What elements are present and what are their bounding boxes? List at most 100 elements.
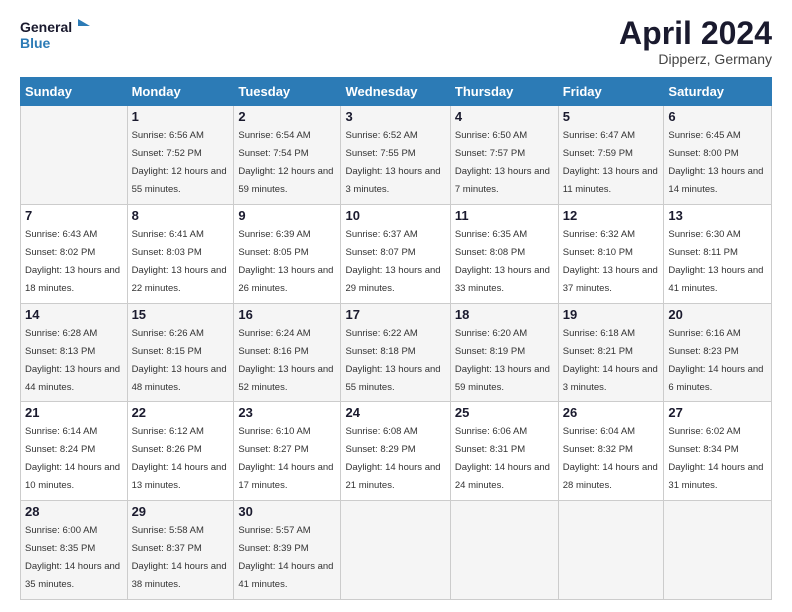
cell-info: Sunrise: 6:14 AMSunset: 8:24 PMDaylight:… xyxy=(25,426,120,491)
table-row: 21 Sunrise: 6:14 AMSunset: 8:24 PMDayligh… xyxy=(21,402,128,501)
cell-date: 21 xyxy=(25,405,123,420)
table-row: 27 Sunrise: 6:02 AMSunset: 8:34 PMDayligh… xyxy=(664,402,772,501)
header: General Blue April 2024 Dipperz, Germany xyxy=(20,16,772,67)
cell-info: Sunrise: 6:20 AMSunset: 8:19 PMDaylight:… xyxy=(455,328,550,393)
cell-date: 9 xyxy=(238,208,336,223)
cell-info: Sunrise: 6:02 AMSunset: 8:34 PMDaylight:… xyxy=(668,426,763,491)
col-friday: Friday xyxy=(558,78,664,106)
cell-date: 22 xyxy=(132,405,230,420)
col-wednesday: Wednesday xyxy=(341,78,450,106)
table-row: 30 Sunrise: 5:57 AMSunset: 8:39 PMDayligh… xyxy=(234,501,341,600)
cell-info: Sunrise: 6:50 AMSunset: 7:57 PMDaylight:… xyxy=(455,130,550,195)
cell-info: Sunrise: 6:10 AMSunset: 8:27 PMDaylight:… xyxy=(238,426,333,491)
cell-info: Sunrise: 6:39 AMSunset: 8:05 PMDaylight:… xyxy=(238,229,333,294)
week-row-1: 7 Sunrise: 6:43 AMSunset: 8:02 PMDaylight… xyxy=(21,204,772,303)
table-row: 19 Sunrise: 6:18 AMSunset: 8:21 PMDayligh… xyxy=(558,303,664,402)
title-block: April 2024 Dipperz, Germany xyxy=(619,16,772,67)
cell-info: Sunrise: 6:47 AMSunset: 7:59 PMDaylight:… xyxy=(563,130,658,195)
table-row: 10Sunrise: 6:37 AMSunset: 8:07 PMDayligh… xyxy=(341,204,450,303)
table-row: 3 Sunrise: 6:52 AMSunset: 7:55 PMDaylight… xyxy=(341,106,450,205)
cell-info: Sunrise: 6:54 AMSunset: 7:54 PMDaylight:… xyxy=(238,130,333,195)
cell-date: 25 xyxy=(455,405,554,420)
week-row-0: 1Sunrise: 6:56 AMSunset: 7:52 PMDaylight… xyxy=(21,106,772,205)
table-row: 15 Sunrise: 6:26 AMSunset: 8:15 PMDayligh… xyxy=(127,303,234,402)
table-row: 18 Sunrise: 6:20 AMSunset: 8:19 PMDayligh… xyxy=(450,303,558,402)
cell-info: Sunrise: 6:04 AMSunset: 8:32 PMDaylight:… xyxy=(563,426,658,491)
week-row-4: 28 Sunrise: 6:00 AMSunset: 8:35 PMDayligh… xyxy=(21,501,772,600)
cell-date: 11 xyxy=(455,208,554,223)
table-row: 25 Sunrise: 6:06 AMSunset: 8:31 PMDayligh… xyxy=(450,402,558,501)
cell-info: Sunrise: 6:22 AMSunset: 8:18 PMDaylight:… xyxy=(345,328,440,393)
logo: General Blue xyxy=(20,16,95,56)
cell-date: 30 xyxy=(238,504,336,519)
table-row xyxy=(664,501,772,600)
col-saturday: Saturday xyxy=(664,78,772,106)
cell-date: 20 xyxy=(668,307,767,322)
cell-date: 16 xyxy=(238,307,336,322)
cell-date: 8 xyxy=(132,208,230,223)
table-row: 8 Sunrise: 6:41 AMSunset: 8:03 PMDaylight… xyxy=(127,204,234,303)
cell-info: Sunrise: 5:58 AMSunset: 8:37 PMDaylight:… xyxy=(132,525,227,590)
cell-date: 27 xyxy=(668,405,767,420)
table-row: 29 Sunrise: 5:58 AMSunset: 8:37 PMDayligh… xyxy=(127,501,234,600)
cell-date: 24 xyxy=(345,405,445,420)
cell-info: Sunrise: 6:16 AMSunset: 8:23 PMDaylight:… xyxy=(668,328,763,393)
table-row: 4 Sunrise: 6:50 AMSunset: 7:57 PMDaylight… xyxy=(450,106,558,205)
table-row: 20 Sunrise: 6:16 AMSunset: 8:23 PMDayligh… xyxy=(664,303,772,402)
cell-info: Sunrise: 6:28 AMSunset: 8:13 PMDaylight:… xyxy=(25,328,120,393)
table-row: 24 Sunrise: 6:08 AMSunset: 8:29 PMDayligh… xyxy=(341,402,450,501)
cell-date: 6 xyxy=(668,109,767,124)
cell-info: Sunrise: 6:52 AMSunset: 7:55 PMDaylight:… xyxy=(345,130,440,195)
cell-info: Sunrise: 6:00 AMSunset: 8:35 PMDaylight:… xyxy=(25,525,120,590)
table-row: 17Sunrise: 6:22 AMSunset: 8:18 PMDayligh… xyxy=(341,303,450,402)
cell-date: 3 xyxy=(345,109,445,124)
cell-date: 12 xyxy=(563,208,660,223)
month-title: April 2024 xyxy=(619,16,772,51)
cell-date: 29 xyxy=(132,504,230,519)
cell-date: 15 xyxy=(132,307,230,322)
cell-date: 19 xyxy=(563,307,660,322)
table-row: 2 Sunrise: 6:54 AMSunset: 7:54 PMDaylight… xyxy=(234,106,341,205)
table-row: 12 Sunrise: 6:32 AMSunset: 8:10 PMDayligh… xyxy=(558,204,664,303)
location-subtitle: Dipperz, Germany xyxy=(619,51,772,67)
cell-date: 18 xyxy=(455,307,554,322)
cell-info: Sunrise: 6:26 AMSunset: 8:15 PMDaylight:… xyxy=(132,328,227,393)
table-row: 5 Sunrise: 6:47 AMSunset: 7:59 PMDaylight… xyxy=(558,106,664,205)
cell-info: Sunrise: 6:41 AMSunset: 8:03 PMDaylight:… xyxy=(132,229,227,294)
cell-info: Sunrise: 6:30 AMSunset: 8:11 PMDaylight:… xyxy=(668,229,763,294)
cell-info: Sunrise: 6:56 AMSunset: 7:52 PMDaylight:… xyxy=(132,130,227,195)
week-row-2: 14 Sunrise: 6:28 AMSunset: 8:13 PMDayligh… xyxy=(21,303,772,402)
cell-info: Sunrise: 5:57 AMSunset: 8:39 PMDaylight:… xyxy=(238,525,333,590)
table-row: 13 Sunrise: 6:30 AMSunset: 8:11 PMDayligh… xyxy=(664,204,772,303)
svg-text:Blue: Blue xyxy=(20,35,51,51)
table-row: 1Sunrise: 6:56 AMSunset: 7:52 PMDaylight… xyxy=(127,106,234,205)
table-row xyxy=(341,501,450,600)
page: General Blue April 2024 Dipperz, Germany… xyxy=(0,0,792,612)
table-row: 6 Sunrise: 6:45 AMSunset: 8:00 PMDaylight… xyxy=(664,106,772,205)
cell-info: Sunrise: 6:06 AMSunset: 8:31 PMDaylight:… xyxy=(455,426,550,491)
cell-info: Sunrise: 6:32 AMSunset: 8:10 PMDaylight:… xyxy=(563,229,658,294)
cell-info: Sunrise: 6:43 AMSunset: 8:02 PMDaylight:… xyxy=(25,229,120,294)
table-row: 11Sunrise: 6:35 AMSunset: 8:08 PMDayligh… xyxy=(450,204,558,303)
cell-info: Sunrise: 6:45 AMSunset: 8:00 PMDaylight:… xyxy=(668,130,763,195)
table-row: 9 Sunrise: 6:39 AMSunset: 8:05 PMDaylight… xyxy=(234,204,341,303)
table-row xyxy=(450,501,558,600)
logo-svg: General Blue xyxy=(20,16,95,56)
table-row: 23Sunrise: 6:10 AMSunset: 8:27 PMDayligh… xyxy=(234,402,341,501)
calendar-table: Sunday Monday Tuesday Wednesday Thursday… xyxy=(20,77,772,600)
cell-date: 4 xyxy=(455,109,554,124)
cell-date: 7 xyxy=(25,208,123,223)
cell-date: 28 xyxy=(25,504,123,519)
cell-info: Sunrise: 6:08 AMSunset: 8:29 PMDaylight:… xyxy=(345,426,440,491)
col-tuesday: Tuesday xyxy=(234,78,341,106)
cell-info: Sunrise: 6:24 AMSunset: 8:16 PMDaylight:… xyxy=(238,328,333,393)
cell-date: 5 xyxy=(563,109,660,124)
table-row: 22Sunrise: 6:12 AMSunset: 8:26 PMDayligh… xyxy=(127,402,234,501)
cell-date: 2 xyxy=(238,109,336,124)
table-row: 14 Sunrise: 6:28 AMSunset: 8:13 PMDayligh… xyxy=(21,303,128,402)
cell-date: 13 xyxy=(668,208,767,223)
cell-date: 14 xyxy=(25,307,123,322)
cell-info: Sunrise: 6:37 AMSunset: 8:07 PMDaylight:… xyxy=(345,229,440,294)
cell-info: Sunrise: 6:18 AMSunset: 8:21 PMDaylight:… xyxy=(563,328,658,393)
cell-date: 26 xyxy=(563,405,660,420)
